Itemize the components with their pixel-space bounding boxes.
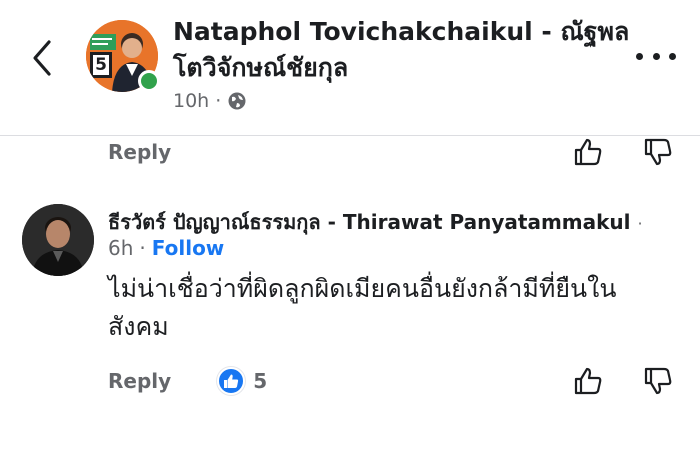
comment-body: ไม่น่าเชื่อว่าที่ผิดลูกผิดเมียคนอื่นยังก…: [108, 274, 617, 341]
reply-button[interactable]: Reply: [108, 369, 171, 393]
reply-button[interactable]: Reply: [108, 140, 171, 164]
chevron-left-icon: [33, 40, 51, 76]
globe-icon: [228, 92, 246, 110]
follow-button[interactable]: Follow: [152, 236, 225, 260]
thumbs-up-icon: [574, 367, 602, 395]
reaction-summary[interactable]: 5: [217, 367, 267, 395]
name-overflow-dot: ·: [637, 214, 643, 233]
avatar-badge-number: 5: [95, 55, 107, 75]
commenter-name-text: ธีรวัตร์ ปัญญาณ์ธรรมกุล - Thirawat Panya…: [108, 210, 631, 234]
like-count: 5: [253, 369, 268, 393]
more-dot-icon: [669, 52, 676, 60]
post-header: 5 Nataphol Tovichakchaikul - ณัฐพล โตวิจ…: [0, 0, 700, 136]
like-button[interactable]: [568, 132, 608, 172]
dislike-button[interactable]: [638, 361, 678, 401]
previous-comment-actions: Reply: [108, 132, 678, 172]
back-button[interactable]: [24, 38, 60, 78]
thumbs-up-icon: [574, 138, 602, 166]
meta-separator: ·: [215, 90, 222, 112]
thumbs-down-icon: [644, 138, 672, 166]
comment-meta: 6h · Follow: [108, 236, 224, 260]
meta-separator: ·: [139, 236, 146, 260]
dislike-button[interactable]: [638, 132, 678, 172]
like-button[interactable]: [568, 361, 608, 401]
more-dot-icon: [652, 52, 660, 60]
comment-actions: Reply 5: [108, 361, 678, 401]
post-author-name[interactable]: Nataphol Tovichakchaikul - ณัฐพล โตวิจัก…: [173, 14, 633, 86]
thumbs-down-icon: [644, 367, 672, 395]
more-options-button[interactable]: [636, 46, 676, 66]
commenter-avatar[interactable]: [22, 204, 94, 276]
comment-time[interactable]: 6h: [108, 236, 133, 260]
commenter-photo: [22, 204, 94, 276]
post-meta: 10h ·: [173, 90, 247, 112]
post-time[interactable]: 10h: [173, 90, 209, 112]
like-reaction-icon: [217, 367, 246, 395]
commenter-name[interactable]: ธีรวัตร์ ปัญญาณ์ธรรมกุล - Thirawat Panya…: [108, 206, 668, 238]
more-dot-icon: [636, 52, 643, 60]
online-status-indicator: [138, 70, 160, 92]
author-avatar[interactable]: 5: [86, 20, 160, 92]
